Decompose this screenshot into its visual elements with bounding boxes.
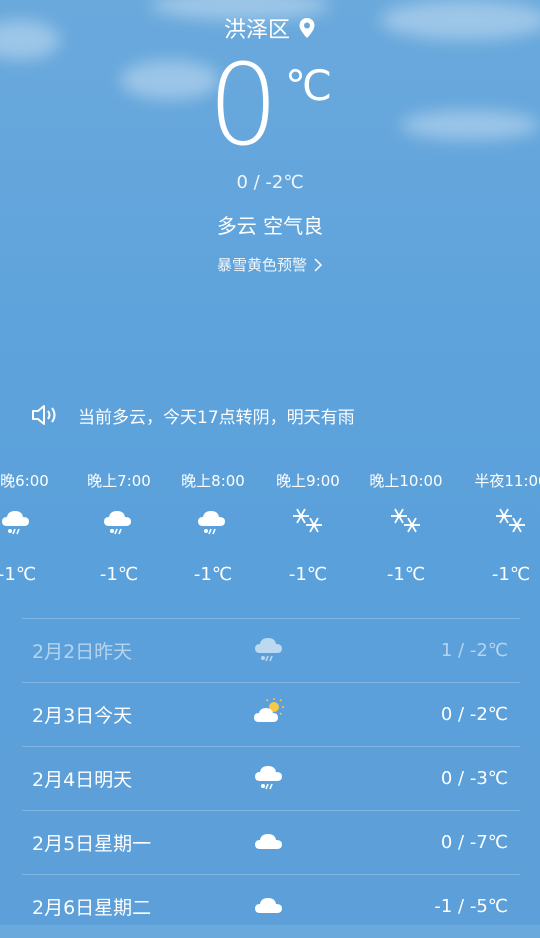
hour-temp: -1℃ — [491, 564, 531, 585]
current-temperature: 0 ℃ — [0, 50, 540, 162]
hourly-item[interactable]: 傍晚6:00 -1℃ — [0, 470, 62, 585]
daily-row[interactable]: 2月2日昨天 1 / -2℃ — [22, 618, 520, 682]
cloudy-icon — [255, 834, 282, 849]
partly-cloudy-icon — [254, 698, 284, 722]
day-range: 0 / -2℃ — [440, 704, 508, 725]
day-date: 2月5日星期一 — [32, 833, 152, 855]
hour-time: 晚上9:00 — [276, 472, 340, 490]
daily-row[interactable]: 2月5日星期一 0 / -7℃ — [22, 810, 520, 874]
current-temp-value: 0 — [207, 41, 280, 171]
current-temp-unit: ℃ — [285, 61, 333, 110]
daily-row[interactable]: 2月6日星期二 -1 / -5℃ — [22, 874, 520, 938]
sleet-icon — [255, 766, 282, 790]
hourly-item[interactable]: 晚上7:00 -1℃ — [74, 470, 164, 585]
today-range: 0 / -2℃ — [236, 172, 304, 193]
alert-text: 暴雪黄色预警 — [216, 256, 307, 274]
forecast-summary[interactable]: 当前多云，今天17点转阴，明天有雨 — [30, 402, 510, 428]
day-date: 2月3日今天 — [32, 705, 133, 727]
daily-row[interactable]: 2月3日今天 0 / -2℃ — [22, 682, 520, 746]
hour-temp: -1℃ — [386, 564, 426, 585]
hourly-forecast[interactable]: 傍晚6:00-1℃晚上7:00-1℃晚上8:00-1℃晚上9:00-1℃晚上10… — [0, 470, 540, 600]
sleet-icon — [2, 511, 29, 535]
daily-forecast[interactable]: 2月2日昨天 1 / -2℃ 2月3日今天 0 / -2℃ 2月4日明天 0 / -3℃ 2… — [22, 618, 520, 938]
weather-alert[interactable]: 暴雪黄色预警 — [0, 254, 540, 275]
day-range: -1 / -5℃ — [434, 896, 508, 917]
hourly-item[interactable]: 晚上8:00 -1℃ — [168, 470, 258, 585]
hour-temp: -1℃ — [288, 564, 328, 585]
hour-time: 晚上7:00 — [87, 472, 151, 490]
sleet-icon — [255, 638, 282, 662]
hour-time: 晚上8:00 — [181, 472, 245, 490]
location-name: 洪泽区 — [223, 18, 290, 43]
chevron-right-icon — [314, 257, 323, 272]
speaker-icon[interactable] — [30, 402, 60, 428]
day-date: 2月2日昨天 — [32, 641, 133, 663]
snow-icon — [391, 508, 420, 533]
day-date: 2月4日明天 — [32, 769, 133, 791]
hourly-item[interactable]: 半夜11:00 -1℃ — [466, 470, 540, 585]
hour-time: 傍晚6:00 — [0, 472, 49, 490]
hour-temp: -1℃ — [0, 564, 37, 585]
sleet-icon — [104, 511, 131, 535]
hour-temp: -1℃ — [193, 564, 233, 585]
day-date: 2月6日星期二 — [32, 897, 152, 919]
snow-icon — [496, 508, 525, 533]
location-pin-icon — [299, 18, 315, 38]
hour-temp: -1℃ — [99, 564, 139, 585]
daily-row[interactable]: 2月4日明天 0 / -3℃ — [22, 746, 520, 810]
hourly-item[interactable]: 晚上10:00 -1℃ — [361, 470, 451, 585]
day-range: 0 / -3℃ — [440, 768, 508, 789]
hourly-item[interactable]: 晚上9:00 -1℃ — [263, 470, 353, 585]
snow-icon — [293, 508, 322, 533]
summary-text: 当前多云，今天17点转阴，明天有雨 — [78, 407, 355, 428]
hour-time: 半夜11:00 — [474, 472, 540, 490]
condition-air-quality[interactable]: 多云 空气良 — [0, 210, 540, 239]
location-header[interactable]: 洪泽区 — [0, 12, 540, 44]
day-range: 0 / -7℃ — [440, 832, 508, 853]
sleet-icon — [198, 511, 225, 535]
cloudy-icon — [255, 898, 282, 913]
hour-time: 晚上10:00 — [369, 472, 443, 490]
day-range: 1 / -2℃ — [440, 640, 508, 661]
